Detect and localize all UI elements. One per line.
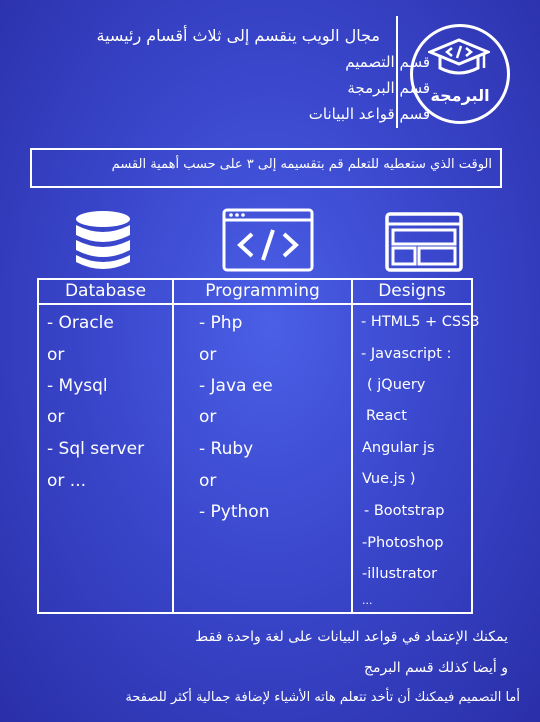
designs-item: - Javascript :: [361, 346, 452, 362]
designs-item: -Photoshop: [362, 535, 444, 551]
database-item: or: [47, 407, 65, 427]
designs-item: React: [366, 408, 407, 424]
header-line-2: قسم التصميم: [345, 53, 430, 71]
column-header-programming: Programming: [205, 281, 320, 301]
programming-item: or: [199, 471, 217, 491]
column-header-database: Database: [64, 281, 147, 301]
database-item: - Sql server: [47, 439, 145, 459]
designs-item: Angular js: [362, 440, 435, 456]
graduation-cap-code-icon: [428, 38, 490, 75]
programming-item: - Php: [199, 313, 243, 333]
database-icon: [76, 211, 130, 269]
programming-item: - Python: [199, 502, 270, 522]
footer-line-2: و أيضا كذلك قسم البرمج: [364, 660, 508, 676]
footer-line-1: يمكنك الإعتماد في قواعد البيانات على لغة…: [195, 629, 508, 645]
designs-item: ...: [362, 594, 373, 607]
banner-text: الوقت الذي ستعطيه للتعلم قم بتقسيمه إلى …: [111, 157, 492, 172]
programming-item: - Java ee: [199, 376, 273, 396]
header-line-3: قسم البرمجة: [347, 79, 430, 97]
designs-item: - Bootstrap: [364, 503, 445, 519]
programming-item: or: [199, 345, 217, 365]
database-item: or ...: [47, 471, 87, 491]
column-divider: [351, 278, 353, 614]
header-line-1: مجال الويب ينقسم إلى ثلاث أقسام رئيسية: [96, 26, 380, 45]
database-item: or: [47, 345, 65, 365]
programming-item: or: [199, 407, 217, 427]
header-line-4: قسم قواعد البيانات: [308, 105, 430, 123]
layout-icon: [385, 212, 463, 272]
designs-item: ( jQuery: [367, 377, 426, 393]
designs-item: -illustrator: [362, 566, 438, 582]
header-row-divider: [37, 303, 473, 305]
footer-line-3: أما التصميم فيمكنك أن تأخد تتعلم هاته ال…: [125, 690, 520, 705]
column-header-designs: Designs: [378, 281, 446, 301]
column-divider: [172, 278, 174, 614]
designs-item: Vue.js ): [362, 471, 416, 487]
code-window-icon: [222, 208, 314, 272]
database-item: - Oracle: [47, 313, 114, 333]
programming-item: - Ruby: [199, 439, 254, 459]
designs-item: - HTML5 + CSS3: [361, 314, 480, 330]
database-item: - Mysql: [47, 376, 108, 396]
